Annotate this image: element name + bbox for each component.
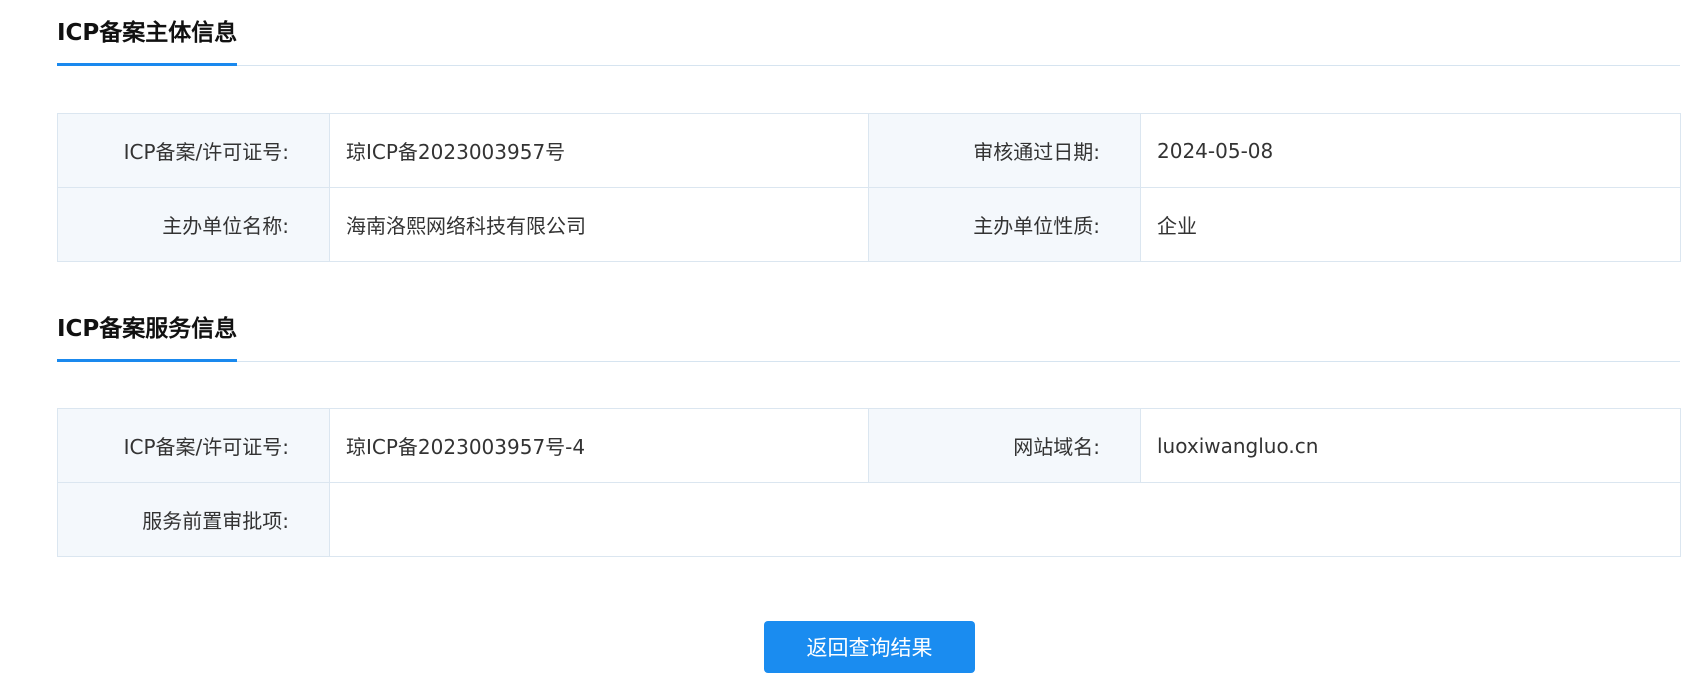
table-row: ICP备案/许可证号: 琼ICP备2023003957号 审核通过日期: 202… <box>57 113 1681 188</box>
pre-approval-items-label: 服务前置审批项: <box>57 482 330 557</box>
table-row: 主办单位名称: 海南洛熙网络科技有限公司 主办单位性质: 企业 <box>57 187 1681 262</box>
subject-info-table: ICP备案/许可证号: 琼ICP备2023003957号 审核通过日期: 202… <box>57 113 1681 262</box>
approval-date-label: 审核通过日期: <box>868 113 1141 188</box>
service-license-number-value: 琼ICP备2023003957号-4 <box>329 408 869 483</box>
back-to-results-button[interactable]: 返回查询结果 <box>764 621 975 673</box>
organizer-name-label: 主办单位名称: <box>57 187 330 262</box>
website-domain-label: 网站域名: <box>868 408 1141 483</box>
organizer-type-value: 企业 <box>1140 187 1681 262</box>
approval-date-value: 2024-05-08 <box>1140 113 1681 188</box>
organizer-type-label: 主办单位性质: <box>868 187 1141 262</box>
service-license-number-label: ICP备案/许可证号: <box>57 408 330 483</box>
service-section-title: ICP备案服务信息 <box>57 311 238 362</box>
table-row: ICP备案/许可证号: 琼ICP备2023003957号-4 网站域名: luo… <box>57 408 1681 483</box>
website-domain-value: luoxiwangluo.cn <box>1140 408 1681 483</box>
table-row: 服务前置审批项: <box>57 482 1681 557</box>
license-number-value: 琼ICP备2023003957号 <box>329 113 869 188</box>
subject-section-title: ICP备案主体信息 <box>57 15 238 66</box>
pre-approval-items-value <box>329 482 1681 557</box>
service-info-table: ICP备案/许可证号: 琼ICP备2023003957号-4 网站域名: luo… <box>57 408 1681 557</box>
organizer-name-value: 海南洛熙网络科技有限公司 <box>329 187 869 262</box>
service-section-header: ICP备案服务信息 <box>57 311 1680 362</box>
subject-section-header: ICP备案主体信息 <box>57 15 1680 66</box>
license-number-label: ICP备案/许可证号: <box>57 113 330 188</box>
icp-detail-page: ICP备案主体信息 ICP备案/许可证号: 琼ICP备2023003957号 审… <box>0 0 1689 684</box>
